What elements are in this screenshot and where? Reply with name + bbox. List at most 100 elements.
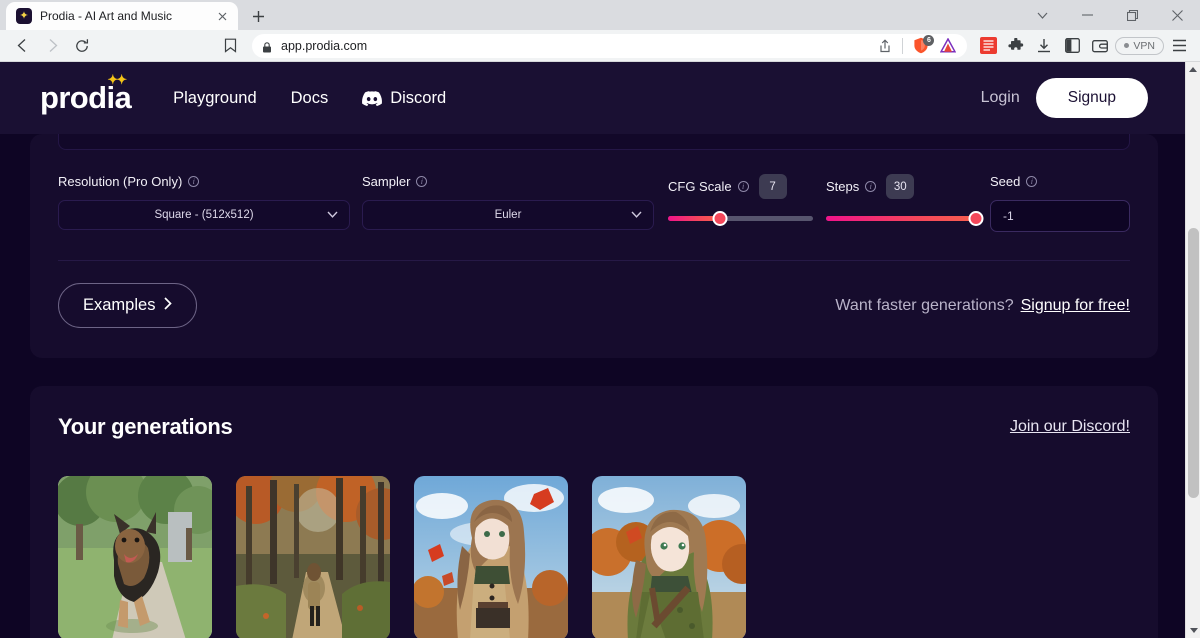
tab-title: Prodia - AI Art and Music bbox=[40, 9, 206, 23]
tab-search-chevron-down-icon[interactable] bbox=[1020, 0, 1065, 30]
omnibox-divider bbox=[902, 38, 903, 54]
chevron-down-icon bbox=[631, 209, 642, 221]
chevron-down-icon bbox=[327, 209, 338, 221]
lock-icon bbox=[262, 40, 273, 51]
prompt-input-cutoff[interactable] bbox=[58, 134, 1130, 150]
address-bar-url: app.prodia.com bbox=[281, 39, 868, 53]
generation-thumbnail[interactable] bbox=[236, 476, 390, 638]
steps-slider[interactable] bbox=[826, 210, 976, 226]
sampler-value: Euler bbox=[495, 209, 522, 221]
generations-thumbnail-list bbox=[58, 476, 1130, 638]
chevron-right-icon bbox=[164, 296, 172, 315]
scroll-down-arrow-icon[interactable] bbox=[1186, 623, 1200, 638]
downloads-icon[interactable] bbox=[1031, 33, 1057, 59]
generation-thumbnail[interactable] bbox=[592, 476, 746, 638]
browser-menu-icon[interactable] bbox=[1166, 33, 1192, 59]
signup-button[interactable]: Signup bbox=[1036, 78, 1148, 118]
prodia-app: prodia ✦✦ Playground Docs Discord bbox=[0, 62, 1188, 638]
cfg-scale-slider[interactable] bbox=[668, 210, 813, 226]
sidebar-panel-icon[interactable] bbox=[1059, 33, 1085, 59]
resolution-control: Resolution (Pro Only) i Square - (512x51… bbox=[58, 174, 350, 230]
nav-label-docs: Docs bbox=[291, 89, 329, 108]
window-controls bbox=[1020, 0, 1200, 30]
resolution-info-icon[interactable]: i bbox=[188, 176, 199, 187]
examples-button[interactable]: Examples bbox=[58, 283, 197, 328]
vpn-status-button[interactable]: VPN bbox=[1115, 37, 1164, 55]
browser-toolbar: app.prodia.com 6 bbox=[0, 30, 1200, 62]
site-header: prodia ✦✦ Playground Docs Discord bbox=[0, 62, 1188, 134]
scrollbar-thumb[interactable] bbox=[1188, 228, 1199, 498]
vpn-status-dot-icon bbox=[1124, 43, 1129, 48]
browser-window: ✦ Prodia - AI Art and Music bbox=[0, 0, 1200, 638]
seed-input[interactable]: -1 bbox=[990, 200, 1130, 232]
sampler-label: Sampler bbox=[362, 174, 410, 189]
prodia-logo[interactable]: prodia ✦✦ bbox=[40, 80, 131, 116]
cfg-scale-label: CFG Scale bbox=[668, 179, 732, 194]
back-arrow-icon[interactable] bbox=[8, 32, 36, 60]
steps-header: Steps i 30 bbox=[826, 174, 976, 199]
discord-icon bbox=[362, 91, 382, 106]
seed-label: Seed bbox=[990, 174, 1020, 189]
shield-badge-count: 6 bbox=[923, 35, 934, 46]
page-viewport: prodia ✦✦ Playground Docs Discord bbox=[0, 62, 1200, 638]
generations-title: Your generations bbox=[58, 414, 233, 440]
window-close-icon[interactable] bbox=[1155, 0, 1200, 30]
scroll-up-arrow-icon[interactable] bbox=[1186, 62, 1200, 77]
browser-tab-prodia[interactable]: ✦ Prodia - AI Art and Music bbox=[6, 2, 238, 30]
steps-slider-thumb[interactable] bbox=[969, 211, 984, 226]
resolution-label: Resolution (Pro Only) bbox=[58, 174, 182, 189]
site-nav: Playground Docs Discord bbox=[173, 89, 446, 108]
header-actions: Login Signup bbox=[981, 62, 1148, 134]
steps-control: Steps i 30 bbox=[826, 174, 976, 226]
share-icon[interactable] bbox=[876, 37, 894, 55]
seed-label-row: Seed i bbox=[990, 174, 1130, 189]
join-discord-link[interactable]: Join our Discord! bbox=[1010, 418, 1130, 436]
steps-info-icon[interactable]: i bbox=[865, 181, 876, 192]
nav-item-playground[interactable]: Playground bbox=[173, 89, 256, 108]
steps-slider-fill bbox=[826, 216, 976, 221]
generator-panel: Resolution (Pro Only) i Square - (512x51… bbox=[30, 134, 1158, 358]
steps-label-row: Steps i bbox=[826, 179, 876, 194]
cfg-scale-info-icon[interactable]: i bbox=[738, 181, 749, 192]
brave-shield-icon[interactable]: 6 bbox=[911, 36, 931, 56]
signup-for-free-link[interactable]: Signup for free! bbox=[1021, 297, 1130, 315]
readwise-extension-icon[interactable] bbox=[975, 33, 1001, 59]
sampler-select[interactable]: Euler bbox=[362, 200, 654, 230]
generation-thumbnail[interactable] bbox=[414, 476, 568, 638]
window-minimize-icon[interactable] bbox=[1065, 0, 1110, 30]
panel-divider bbox=[58, 260, 1130, 261]
page-scrollbar[interactable] bbox=[1185, 62, 1200, 638]
extensions-puzzle-icon[interactable] bbox=[1003, 33, 1029, 59]
window-maximize-icon[interactable] bbox=[1110, 0, 1155, 30]
cfg-scale-label-row: CFG Scale i bbox=[668, 179, 749, 194]
seed-control: Seed i -1 bbox=[990, 174, 1130, 232]
tab-strip: ✦ Prodia - AI Art and Music bbox=[0, 0, 1200, 30]
tab-close-icon[interactable] bbox=[214, 8, 230, 24]
faster-generations-text: Want faster generations? Signup for free… bbox=[835, 297, 1130, 315]
cfg-scale-value: 7 bbox=[759, 174, 787, 199]
login-button[interactable]: Login bbox=[981, 89, 1020, 107]
vpn-label: VPN bbox=[1133, 40, 1155, 52]
nav-label-discord: Discord bbox=[390, 89, 446, 108]
generation-thumbnail[interactable] bbox=[58, 476, 212, 638]
cfg-scale-header: CFG Scale i 7 bbox=[668, 174, 813, 199]
panel-footer: Examples Want faster generations? Signup… bbox=[58, 283, 1130, 328]
nav-item-docs[interactable]: Docs bbox=[291, 89, 329, 108]
resolution-value: Square - (512x512) bbox=[154, 209, 253, 221]
brave-leo-triangle-icon[interactable] bbox=[939, 37, 957, 55]
cfg-scale-control: CFG Scale i 7 bbox=[668, 174, 813, 226]
generations-header: Your generations Join our Discord! bbox=[58, 414, 1130, 440]
address-bar[interactable]: app.prodia.com 6 bbox=[252, 34, 967, 58]
reload-icon[interactable] bbox=[68, 32, 96, 60]
tab-favicon-prodia-icon: ✦ bbox=[16, 8, 32, 24]
new-tab-button[interactable] bbox=[244, 2, 272, 30]
faster-prompt-label: Want faster generations? bbox=[835, 297, 1013, 315]
cfg-scale-slider-thumb[interactable] bbox=[713, 211, 728, 226]
wallet-icon[interactable] bbox=[1087, 33, 1113, 59]
nav-item-discord[interactable]: Discord bbox=[362, 89, 446, 108]
generator-controls-row: Resolution (Pro Only) i Square - (512x51… bbox=[58, 150, 1130, 232]
sampler-info-icon[interactable]: i bbox=[416, 176, 427, 187]
resolution-select[interactable]: Square - (512x512) bbox=[58, 200, 350, 230]
bookmark-icon[interactable] bbox=[216, 32, 244, 60]
seed-info-icon[interactable]: i bbox=[1026, 176, 1037, 187]
